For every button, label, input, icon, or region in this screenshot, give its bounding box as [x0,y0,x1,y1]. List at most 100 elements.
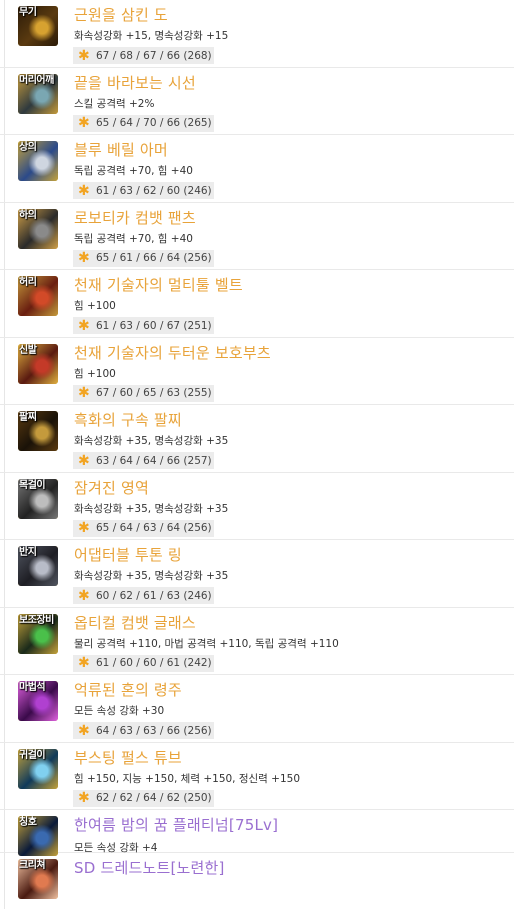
enchant-values: 64 / 63 / 63 / 66 (256) [96,724,212,737]
slot-label: 귀걸이 [19,749,46,761]
equipment-list: 무기 근원을 삼킨 도화속성강화 +15, 명속성강화 +15 ✱ 67 / 68 /… [0,0,514,899]
enchant-card: ✱ 65 / 64 / 70 / 66 (265) [73,114,214,132]
equipment-row[interactable]: 크리쳐 SD 드레드노트[노련한] [0,853,514,899]
item-stat: 화속성강화 +35, 명속성강화 +35 [74,570,229,582]
enchant-values: 65 / 61 / 66 / 64 (256) [96,252,212,264]
enchant-values: 65 / 64 / 70 / 66 (265) [96,117,212,129]
item-stat: 독립 공격력 +70, 힘 +40 [74,165,193,177]
item-name-link[interactable]: 잠겨진 영역 [74,479,149,497]
item-stat: 독립 공격력 +70, 힘 +40 [74,232,193,245]
boots-icon[interactable]: 신발 [18,343,58,384]
star-icon: ✱ [78,385,90,401]
slot-label: 보조장비 [19,614,54,626]
enchant-values: 62 / 62 / 64 / 62 (250) [96,792,212,804]
star-icon: ✱ [78,182,90,199]
item-name-link[interactable]: 억류된 혼의 령주 [74,681,182,699]
star-icon: ✱ [78,790,90,806]
sword-icon[interactable]: 무기 [18,6,58,46]
item-name-link[interactable]: 끝을 바라보는 시선 [74,74,196,92]
enchant-values: 67 / 68 / 67 / 66 (268) [96,49,212,62]
magic-stone-icon[interactable]: 마법석 [18,681,58,721]
star-icon: ✱ [78,115,90,131]
belt-icon[interactable]: 허리 [18,276,58,316]
star-icon: ✱ [78,655,90,671]
equipment-row[interactable]: 반지 어댑터블 투톤 링화속성강화 +35, 명속성강화 +35 ✱ 60 / 62 … [0,540,514,608]
item-name-link[interactable]: 로보티카 컴뱃 팬츠 [74,209,196,227]
star-icon: ✱ [78,250,90,266]
item-stat: 힘 +150, 지능 +150, 체력 +150, 정신력 +150 [74,772,301,785]
equipment-row[interactable]: 신발 천재 기술자의 두터운 보호부츠힘 +100 ✱ 67 / 60 / 65 / … [0,338,514,405]
item-stat: 화속성강화 +35, 명속성강화 +35 [74,502,229,515]
equipment-row[interactable]: 마법석 억류된 혼의 령주모든 속성 강화 +30 ✱ 64 / 63 / 63 / … [0,675,514,743]
equipment-row[interactable]: 보조장비 옵티컬 컴뱃 글래스물리 공격력 +110, 마법 공격력 +110, … [0,608,514,675]
enchant-values: 61 / 63 / 62 / 60 (246) [96,184,212,197]
item-stat: 스킬 공격력 +2% [74,97,155,110]
enchant-card: ✱ 61 / 60 / 60 / 61 (242) [73,654,214,672]
item-name-link[interactable]: 블루 베릴 아머 [74,141,168,159]
item-stat: 화속성강화 +35, 명속성강화 +35 [74,435,229,447]
enchant-card: ✱ 67 / 60 / 65 / 63 (255) [73,384,214,402]
title-icon[interactable]: 칭호 [18,816,58,856]
equipment-row[interactable]: 칭호 한여름 밤의 꿈 플래티넘[75Lv] 모든 속성 강화 +4 [0,810,514,856]
item-stat: 힘 +100 [74,367,116,380]
creature-icon[interactable]: 크리쳐 [18,859,58,899]
item-name-link[interactable]: 천재 기술자의 두터운 보호부츠 [74,344,271,362]
star-icon: ✱ [78,722,90,739]
equipment-row[interactable]: 팔찌 흑화의 구속 팔찌화속성강화 +35, 명속성강화 +35 ✱ 63 / 64 … [0,405,514,473]
item-name-link[interactable]: 천재 기술자의 멀티툴 벨트 [74,276,243,294]
item-name-link[interactable]: 어댑터블 투톤 링 [74,546,182,564]
item-name-link[interactable]: 부스팅 펄스 튜브 [74,749,182,767]
slot-label: 반지 [19,547,37,558]
star-icon: ✱ [78,317,90,334]
item-stat: 물리 공격력 +110, 마법 공격력 +110, 독립 공격력 +110 [74,637,339,650]
shoulder-armor-icon[interactable]: 머리어깨 [18,73,58,114]
enchant-card: ✱ 64 / 63 / 63 / 66 (256) [73,722,214,739]
enchant-card: ✱ 61 / 63 / 60 / 67 (251) [73,317,214,334]
item-stat: 모든 속성 강화 +30 [74,705,165,717]
slot-label: 신발 [19,344,37,356]
equipment-row[interactable]: 목걸이 잠겨진 영역화속성강화 +35, 명속성강화 +35 ✱ 65 / 64 / … [0,473,514,540]
enchant-card: ✱ 63 / 64 / 64 / 66 (257) [73,452,214,469]
enchant-values: 61 / 63 / 60 / 67 (251) [96,319,212,332]
slot-label: 크리쳐 [19,860,46,871]
item-name-link[interactable]: 흑화의 구속 팔찌 [74,411,182,429]
equipment-row[interactable]: 머리어깨 끝을 바라보는 시선스킬 공격력 +2% ✱ 65 / 64 / 70 / … [0,68,514,135]
pants-icon[interactable]: 하의 [18,208,58,249]
item-name-link[interactable]: SD 드레드노트[노련한] [74,859,225,877]
ring-icon[interactable]: 반지 [18,546,58,586]
armor-icon[interactable]: 상의 [18,141,58,181]
enchant-values: 67 / 60 / 65 / 63 (255) [96,387,212,399]
enchant-card: ✱ 62 / 62 / 64 / 62 (250) [73,789,214,807]
enchant-card: ✱ 65 / 61 / 66 / 64 (256) [73,249,214,267]
enchant-card: ✱ 61 / 63 / 62 / 60 (246) [73,182,214,199]
slot-label: 칭호 [19,817,37,828]
enchant-card: ✱ 60 / 62 / 61 / 63 (246) [73,587,214,604]
enchant-card: ✱ 65 / 64 / 63 / 64 (256) [73,519,214,537]
equipment-row[interactable]: 하의 로보티카 컴뱃 팬츠독립 공격력 +70, 힘 +40 ✱ 65 / 61 / … [0,203,514,270]
star-icon: ✱ [78,520,90,536]
slot-label: 상의 [19,142,37,153]
slot-label: 무기 [19,7,37,18]
equipment-row[interactable]: 상의 블루 베릴 아머독립 공격력 +70, 힘 +40 ✱ 61 / 63 / 62… [0,135,514,203]
item-stat: 힘 +100 [74,300,116,312]
bracelet-icon[interactable]: 팔찌 [18,411,58,451]
item-name-link[interactable]: 한여름 밤의 꿈 플래티넘[75Lv] [74,816,278,834]
glasses-icon[interactable]: 보조장비 [18,613,58,654]
slot-label: 마법석 [19,682,46,693]
item-stat: 화속성강화 +15, 명속성강화 +15 [74,30,229,42]
enchant-values: 61 / 60 / 60 / 61 (242) [96,657,212,669]
item-name-link[interactable]: 근원을 삼킨 도 [74,6,168,24]
slot-label: 머리어깨 [19,74,54,86]
necklace-icon[interactable]: 목걸이 [18,478,58,519]
enchant-values: 63 / 64 / 64 / 66 (257) [96,454,212,467]
slot-label: 허리 [19,277,37,288]
equipment-row[interactable]: 귀걸이 부스팅 펄스 튜브힘 +150, 지능 +150, 체력 +150, 정신… [0,743,514,810]
enchant-card: ✱ 67 / 68 / 67 / 66 (268) [73,47,214,64]
earring-icon[interactable]: 귀걸이 [18,748,58,789]
equipment-row[interactable]: 무기 근원을 삼킨 도화속성강화 +15, 명속성강화 +15 ✱ 67 / 68 /… [0,0,514,68]
item-name-link[interactable]: 옵티컬 컴뱃 글래스 [74,614,196,632]
star-icon: ✱ [78,47,90,64]
star-icon: ✱ [78,587,90,604]
equipment-row[interactable]: 허리 천재 기술자의 멀티툴 벨트힘 +100 ✱ 61 / 63 / 60 / 67… [0,270,514,338]
slot-label: 팔찌 [19,412,37,423]
